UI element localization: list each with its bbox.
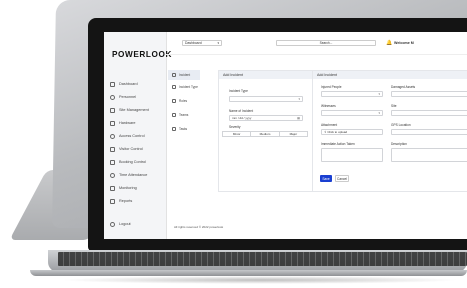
- subnav-item-incident[interactable]: Incident: [168, 70, 200, 80]
- search-input[interactable]: Search...: [276, 40, 376, 46]
- injured-people-label: Injured People: [321, 85, 342, 89]
- incident-type-select[interactable]: ▾: [229, 96, 303, 102]
- subnav-item-roles[interactable]: Roles: [172, 96, 187, 106]
- welcome-text: Welcome M: [394, 40, 414, 45]
- teams-icon: [172, 113, 176, 117]
- app-logo: POWERLOOK: [112, 50, 172, 59]
- add-incident-panel: Add Incident Incident Type ▾ Name of Inc…: [218, 70, 314, 192]
- calendar-icon: ▦: [297, 116, 300, 120]
- injured-people-select[interactable]: ▾: [321, 91, 383, 97]
- site-label: Site: [391, 104, 397, 108]
- witnesses-select[interactable]: ▾: [321, 110, 383, 116]
- gps-location-label: GPS Location: [391, 123, 411, 127]
- subnav-item-tasks[interactable]: Tasks: [172, 124, 187, 134]
- save-button[interactable]: Save: [320, 175, 332, 182]
- panel-title-right: Add Incident: [313, 71, 467, 79]
- sidebar-item-personnel[interactable]: Personnel: [110, 93, 136, 101]
- subnav-item-teams[interactable]: Teams: [172, 110, 188, 120]
- site-icon: [110, 107, 115, 113]
- severity-medium[interactable]: Medium: [251, 132, 280, 136]
- sidebar-item-hardware[interactable]: Hardware: [110, 119, 135, 127]
- name-of-incident-label: Name of Incident: [229, 109, 254, 113]
- notification-bell-icon[interactable]: 🔔: [386, 40, 392, 46]
- incident-date-field[interactable]: mm / dd / yyyy ▦: [229, 115, 303, 121]
- site-select[interactable]: [391, 110, 467, 116]
- chevron-down-icon: ▾: [298, 97, 300, 101]
- ground-shadow: [60, 276, 460, 284]
- hardware-icon: [110, 120, 115, 126]
- subnav-item-incident-type[interactable]: Incident Type: [172, 82, 198, 92]
- sidebar-item-logout[interactable]: Logout: [110, 220, 131, 228]
- incident-type-icon: [172, 85, 176, 89]
- sidebar-item-time-attendance[interactable]: Time Attendance: [110, 171, 147, 179]
- chevron-down-icon: ▾: [378, 92, 380, 96]
- damaged-assets-label: Damaged Assets: [391, 85, 416, 89]
- incident-icon: [172, 73, 176, 77]
- sidebar-item-site-management[interactable]: Site Management: [110, 106, 149, 114]
- sidebar-item-monitoring[interactable]: Monitoring: [110, 184, 137, 192]
- panel-title: Add Incident: [219, 71, 313, 79]
- person-icon: [110, 94, 115, 100]
- severity-minor[interactable]: Minor: [223, 132, 252, 136]
- visitor-icon: [110, 146, 115, 152]
- attachment-label: Attachment: [321, 123, 338, 127]
- damaged-assets-select[interactable]: [391, 91, 467, 97]
- footer-text: All rights reserved © 2022 powerlook: [174, 225, 224, 229]
- sidebar-item-dashboard[interactable]: Dashboard: [110, 80, 138, 88]
- upload-field[interactable]: ⇪ Click to upload: [321, 129, 383, 135]
- cancel-button[interactable]: Cancel: [335, 175, 349, 182]
- sidebar-item-access-control[interactable]: Access Control: [110, 132, 145, 140]
- description-textarea[interactable]: [391, 148, 467, 162]
- report-icon: [110, 198, 115, 204]
- witnesses-label: Witnesses: [321, 104, 336, 108]
- top-bar: Dashboard ▾ Search... 🔔 Welcome M: [166, 32, 467, 55]
- monitor-icon: [110, 185, 115, 191]
- chevron-down-icon: ▾: [378, 111, 380, 115]
- roles-icon: [172, 99, 176, 103]
- laptop-keyboard: [58, 252, 467, 266]
- severity-selector[interactable]: Minor Medium Major: [222, 131, 308, 137]
- severity-major[interactable]: Major: [280, 132, 307, 136]
- lock-icon: [110, 133, 115, 139]
- incident-type-label: Incident Type: [229, 89, 248, 93]
- sidebar-item-reports[interactable]: Reports: [110, 197, 132, 205]
- calendar-icon: [110, 159, 115, 165]
- add-incident-right-panel: Add Incident Injured People ▾ Damaged As…: [312, 70, 467, 192]
- immediate-action-textarea[interactable]: [321, 148, 383, 162]
- sidebar-item-visitor-control[interactable]: Visitor Control: [110, 145, 143, 153]
- sidebar-item-booking-control[interactable]: Booking Control: [110, 158, 146, 166]
- logout-icon: [110, 221, 115, 227]
- dashboard-select[interactable]: Dashboard ▾: [182, 40, 222, 46]
- clock-icon: [110, 172, 115, 178]
- grid-icon: [110, 81, 115, 87]
- description-label: Description: [391, 142, 407, 146]
- chevron-down-icon: ▾: [217, 41, 219, 45]
- severity-label: Severity: [229, 125, 241, 129]
- sidebar: POWERLOOK Dashboard Personnel Site Manag…: [104, 32, 171, 239]
- app-screen: POWERLOOK Dashboard Personnel Site Manag…: [104, 32, 467, 239]
- gps-location-field[interactable]: [391, 129, 467, 135]
- immediate-action-label: Immediate Action Taken: [321, 142, 355, 146]
- tasks-icon: [172, 127, 176, 131]
